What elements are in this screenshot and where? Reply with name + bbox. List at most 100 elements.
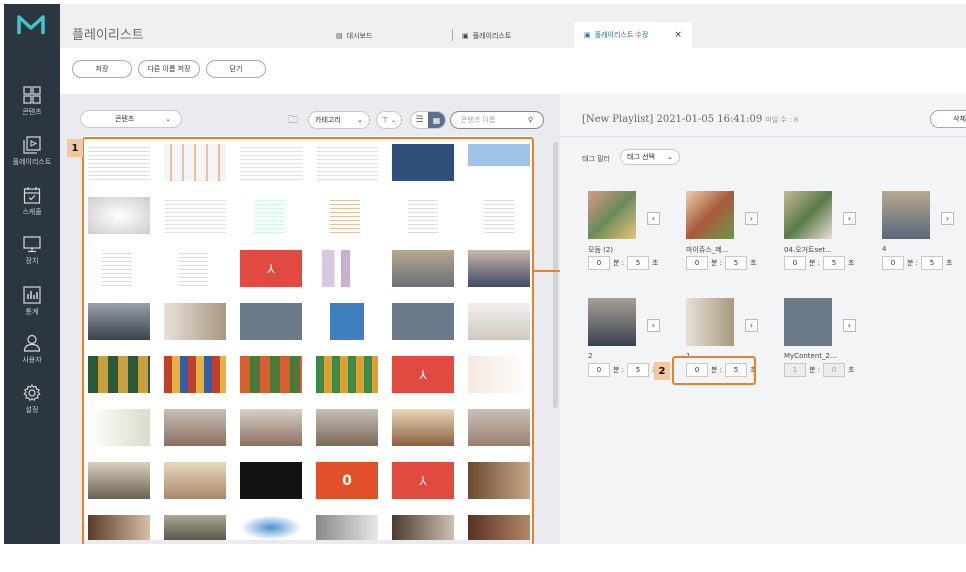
playlist-item[interactable]: › 04.오거트set... 0분 : 5초 xyxy=(784,191,874,281)
second-input[interactable]: 0 xyxy=(823,363,846,377)
sidebar-item-schedule[interactable]: 스케줄 xyxy=(4,186,60,217)
playlist-item[interactable]: › 모듬 (2) 0분 : 5초 xyxy=(588,191,678,281)
tag-filter-label: 태그 필터 xyxy=(582,155,610,163)
sidebar-item-playlist[interactable]: 플레이리스트 xyxy=(4,136,60,167)
playlist-item[interactable]: › MyContent_2... 1분 : 0초 xyxy=(784,298,874,388)
dropdown-value: 콘텐츠 xyxy=(115,115,135,123)
playlist-title: [New Playlist] 2021-01-05 16:41:09 파일 수 … xyxy=(582,114,798,125)
category-dropdown[interactable]: 카테고리 ⌄ xyxy=(308,111,370,129)
playlist-item[interactable]: › 4 0분 : 5초 xyxy=(882,191,966,281)
playlist-tab-icon: ▣ xyxy=(462,32,469,40)
playlist-tab-icon: ▣ xyxy=(584,31,591,39)
tab-playlist[interactable]: ▣ 플레이리스트 xyxy=(462,24,511,48)
second-input[interactable]: 5 xyxy=(921,256,944,270)
content-source-dropdown[interactable]: 콘텐츠 ⌄ xyxy=(80,110,182,128)
chevron-down-icon: ⌄ xyxy=(357,116,363,124)
unit-label: 분 : xyxy=(613,259,625,267)
second-input[interactable]: 5 xyxy=(823,256,846,270)
header: 플레이리스트 ▤ 대시보드 ▣ 플레이리스트 ▣ 플레이리스트 수정 × xyxy=(60,4,966,48)
minute-input[interactable]: 0 xyxy=(882,256,904,270)
playlist-item-name: 2 xyxy=(588,352,593,360)
sidebar-item-stats[interactable]: 통계 xyxy=(4,286,60,317)
unit-label: 분 : xyxy=(711,259,723,267)
sidebar-item-device[interactable]: 장치 xyxy=(4,235,60,266)
playlist-thumbnail xyxy=(882,191,930,239)
sidebar-item-content[interactable]: 콘텐츠 xyxy=(4,86,60,117)
sidebar-item-label: 통계 xyxy=(25,308,39,316)
chevron-right-icon[interactable]: › xyxy=(745,319,758,332)
chevron-right-icon[interactable]: › xyxy=(941,212,954,225)
playlist-item-name: 04.오거트set... xyxy=(784,246,832,254)
folder-icon[interactable]: 🗀 xyxy=(288,113,298,130)
chevron-right-icon[interactable]: › xyxy=(843,319,856,332)
tab-label: 플레이리스트 xyxy=(472,32,512,40)
second-input[interactable]: 5 xyxy=(627,363,650,377)
callout-box-2 xyxy=(672,356,756,385)
minute-input[interactable]: 0 xyxy=(588,256,610,270)
chart-icon xyxy=(23,286,41,304)
playlist-icon xyxy=(23,136,41,154)
search-placeholder: 콘텐츠 이름 xyxy=(461,116,496,124)
minute-input[interactable]: 0 xyxy=(784,256,806,270)
chevron-down-icon: ⌄ xyxy=(165,115,171,123)
tab-playlist-edit[interactable]: ▣ 플레이리스트 수정 × xyxy=(574,22,692,48)
playlist-panel: [New Playlist] 2021-01-05 16:41:09 파일 수 … xyxy=(560,94,966,544)
dropdown-value: 태그 선택 xyxy=(627,153,655,161)
unit-label: 초 xyxy=(750,259,757,267)
playlist-thumbnail xyxy=(588,191,636,239)
unit-label: 초 xyxy=(848,366,855,374)
tab-divider xyxy=(452,29,453,41)
callout-badge-2: 2 xyxy=(654,362,670,380)
chevron-right-icon[interactable]: › xyxy=(843,212,856,225)
list-view-icon[interactable]: ☰ xyxy=(411,112,428,128)
grid-view-icon[interactable]: ▦ xyxy=(428,112,445,128)
filter-dropdown[interactable]: ⊤ ⌄ xyxy=(376,111,402,129)
sidebar-item-settings[interactable]: 설정 xyxy=(4,384,60,415)
user-icon xyxy=(23,334,41,352)
tab-label: 플레이리스트 수정 xyxy=(594,31,649,39)
close-icon[interactable]: × xyxy=(674,30,682,40)
delete-button[interactable]: 삭제 xyxy=(930,110,966,128)
save-button[interactable]: 저장 xyxy=(72,60,132,78)
save-as-button[interactable]: 다른 이름 저장 xyxy=(138,60,200,78)
duration-fields: 0분 : 5초 xyxy=(588,256,658,270)
second-input[interactable]: 5 xyxy=(627,256,650,270)
unit-label: 분 : xyxy=(809,259,821,267)
chevron-right-icon[interactable]: › xyxy=(745,212,758,225)
minute-input[interactable]: 0 xyxy=(588,363,610,377)
tab-dashboard[interactable]: ▤ 대시보드 xyxy=(336,24,372,48)
playlist-thumbnail xyxy=(784,191,832,239)
content-search-input[interactable]: 콘텐츠 이름 ⚲ xyxy=(450,111,544,129)
duration-fields: 0분 : 5초 xyxy=(588,363,658,377)
file-count: 파일 수 : 8 xyxy=(765,116,799,124)
minute-input[interactable]: 0 xyxy=(686,256,708,270)
dropdown-value: 카테고리 xyxy=(315,116,341,124)
sidebar-item-label: 설정 xyxy=(25,406,39,414)
unit-label: 분 : xyxy=(809,366,821,374)
chevron-right-icon[interactable]: › xyxy=(647,319,660,332)
playlist-item-name: 모듬 (2) xyxy=(588,246,614,254)
playlist-item[interactable]: › 마이쥬스_메... 0분 : 5초 xyxy=(686,191,776,281)
tab-label: 대시보드 xyxy=(346,32,373,40)
minute-input[interactable]: 1 xyxy=(784,363,806,377)
grid-icon xyxy=(23,86,41,104)
app-logo[interactable] xyxy=(17,14,45,40)
tag-select-dropdown[interactable]: 태그 선택 ⌄ xyxy=(620,149,680,165)
chevron-right-icon[interactable]: › xyxy=(647,212,660,225)
sidebar-item-user[interactable]: 사용자 xyxy=(4,334,60,365)
chevron-down-icon: ⌄ xyxy=(390,116,396,124)
divider xyxy=(560,136,966,137)
close-button[interactable]: 닫기 xyxy=(206,60,266,78)
chevron-down-icon: ⌄ xyxy=(667,153,673,161)
sidebar: 콘텐츠 플레이리스트 스케줄 장치 통계 사용자 설정 xyxy=(4,4,60,544)
unit-label: 초 xyxy=(652,259,659,267)
unit-label: 초 xyxy=(848,259,855,267)
playlist-item-name: MyContent_2... xyxy=(784,352,837,360)
sidebar-item-label: 콘텐츠 xyxy=(22,108,42,116)
view-toggle: ☰ ▦ xyxy=(410,111,446,129)
unit-label: 분 : xyxy=(613,366,625,374)
second-input[interactable]: 5 xyxy=(725,256,748,270)
callout-box-1 xyxy=(82,137,534,544)
callout-badge-1: 1 xyxy=(67,139,83,157)
filter-icon: ⊤ xyxy=(382,116,389,124)
